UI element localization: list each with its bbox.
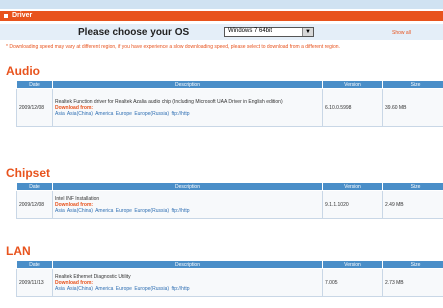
cell-size: 39.60 MB xyxy=(382,88,443,127)
chevron-down-icon[interactable]: ▼ xyxy=(302,28,313,36)
cell-size: 2.73 MB xyxy=(382,268,443,297)
cell-date: 2009/12/08 xyxy=(16,88,53,127)
column-header-date: Date xyxy=(16,80,53,89)
download-mirror-links[interactable]: Asia Asia(China) America Europe Europe(R… xyxy=(55,111,320,117)
download-mirror-links[interactable]: Asia Asia(China) America Europe Europe(R… xyxy=(55,208,320,214)
os-dropdown[interactable]: Windows 7 64bit ▼ xyxy=(224,27,314,37)
column-header-size: Size xyxy=(382,182,443,191)
driver-description: Realtek Function driver for Realtek Azal… xyxy=(55,98,283,105)
cell-version: 6.10.0.5998 xyxy=(322,88,383,127)
download-mirror-links[interactable]: Asia Asia(China) America Europe Europe(R… xyxy=(55,286,320,292)
cell-date: 2009/12/08 xyxy=(16,190,53,219)
column-header-version: Version xyxy=(322,260,383,269)
column-header-description: Description xyxy=(52,260,323,269)
header-title: Driver xyxy=(12,12,33,19)
cell-version: 7.005 xyxy=(322,268,383,297)
column-header-date: Date xyxy=(16,182,53,191)
table-row: 2009/11/13 Realtek Ethernet Diagnostic U… xyxy=(16,268,443,297)
column-header-description: Description xyxy=(52,182,323,191)
cell-size: 2.49 MB xyxy=(382,190,443,219)
table-header-row: Date Description Version Size xyxy=(16,260,443,269)
table-row: 2009/12/08 Realtek Function driver for R… xyxy=(16,88,443,127)
cell-description: Intel INF Installation Download from: As… xyxy=(52,190,323,219)
column-header-description: Description xyxy=(52,80,323,89)
audio-table: Date Description Version Size 2009/12/08… xyxy=(16,80,443,127)
lan-table: Date Description Version Size 2009/11/13… xyxy=(16,260,443,297)
bullet-icon xyxy=(4,14,8,18)
download-note: * Downloading speed may vary at differen… xyxy=(6,44,340,50)
column-header-date: Date xyxy=(16,260,53,269)
chipset-table: Date Description Version Size 2009/12/08… xyxy=(16,182,443,219)
column-header-size: Size xyxy=(382,260,443,269)
table-header-row: Date Description Version Size xyxy=(16,182,443,191)
column-header-size: Size xyxy=(382,80,443,89)
os-selector-row: Please choose your OS Windows 7 64bit ▼ … xyxy=(0,24,443,40)
top-banner xyxy=(0,0,443,9)
os-dropdown-value: Windows 7 64bit xyxy=(228,28,273,34)
cell-date: 2009/11/13 xyxy=(16,268,53,297)
section-title-audio: Audio xyxy=(6,64,40,78)
cell-description: Realtek Function driver for Realtek Azal… xyxy=(52,88,323,127)
table-header-row: Date Description Version Size xyxy=(16,80,443,89)
table-row: 2009/12/08 Intel INF Installation Downlo… xyxy=(16,190,443,219)
section-header-bar: Driver xyxy=(0,11,443,21)
column-header-version: Version xyxy=(322,182,383,191)
show-all-link[interactable]: Show all xyxy=(392,30,411,36)
column-header-version: Version xyxy=(322,80,383,89)
cell-version: 9.1.1.1020 xyxy=(322,190,383,219)
os-prompt: Please choose your OS xyxy=(78,27,190,38)
cell-description: Realtek Ethernet Diagnostic Utility Down… xyxy=(52,268,323,297)
section-title-chipset: Chipset xyxy=(6,166,51,180)
section-title-lan: LAN xyxy=(6,244,31,258)
